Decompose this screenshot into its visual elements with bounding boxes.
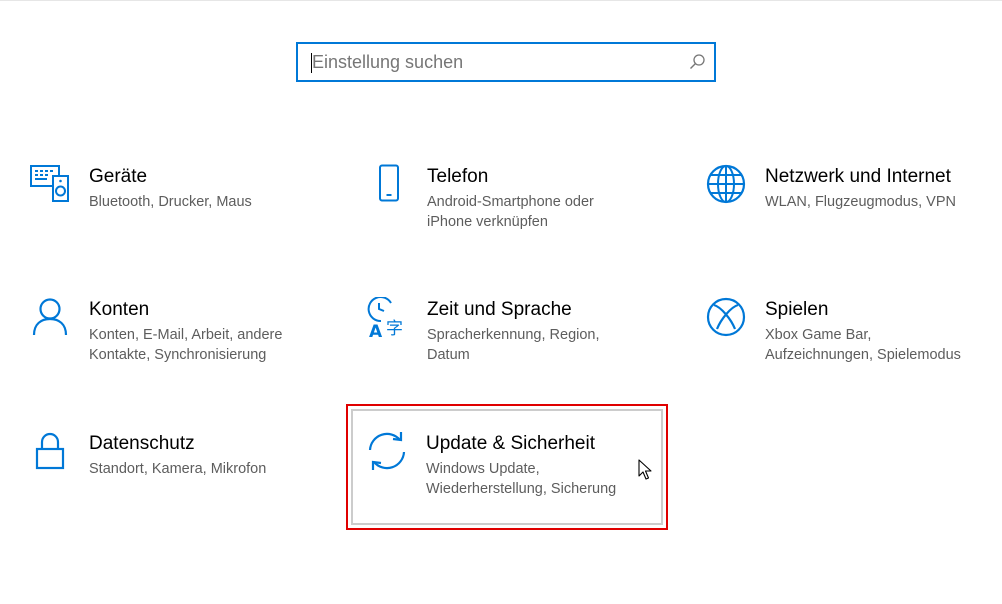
devices-icon bbox=[28, 164, 72, 208]
xbox-icon bbox=[704, 297, 748, 341]
text-caret bbox=[311, 53, 312, 73]
highlight-frame bbox=[346, 404, 668, 530]
tile-zeit-sprache[interactable]: A 字 Zeit und Sprache Spracherkennung, Re… bbox=[366, 297, 600, 365]
search-input[interactable] bbox=[298, 44, 680, 80]
tile-description: Standort, Kamera, Mikrofon bbox=[89, 461, 267, 477]
tile-description: Konten, E-Mail, Arbeit, andere Kontakte,… bbox=[89, 327, 283, 363]
tile-title: Telefon bbox=[427, 166, 489, 187]
tile-title: Zeit und Sprache bbox=[427, 299, 572, 320]
tile-title: Netzwerk und Internet bbox=[765, 166, 951, 187]
time-language-icon: A 字 bbox=[366, 297, 410, 341]
svg-text:A: A bbox=[369, 322, 383, 339]
top-border bbox=[0, 0, 1002, 1]
tile-title: Konten bbox=[89, 299, 150, 320]
tile-title: Geräte bbox=[89, 166, 148, 187]
tile-description: Android-Smartphone oder iPhone verknüpfe… bbox=[427, 194, 594, 230]
tile-description: Spracherkennung, Region, Datum bbox=[427, 327, 600, 363]
tile-title: Datenschutz bbox=[89, 433, 195, 454]
svg-text:字: 字 bbox=[386, 319, 403, 339]
tile-netzwerk-internet[interactable]: Netzwerk und Internet WLAN, Flugzeugmodu… bbox=[704, 164, 956, 212]
phone-icon bbox=[366, 164, 410, 208]
tile-description: Xbox Game Bar, Aufzeichnungen, Spielemod… bbox=[765, 327, 961, 363]
tile-datenschutz[interactable]: Datenschutz Standort, Kamera, Mikrofon bbox=[28, 431, 266, 479]
settings-search-box[interactable] bbox=[296, 42, 716, 82]
globe-icon bbox=[704, 164, 748, 208]
lock-icon bbox=[28, 431, 72, 475]
tile-description: Bluetooth, Drucker, Maus bbox=[89, 194, 252, 210]
search-icon[interactable] bbox=[680, 44, 714, 80]
tile-geraete[interactable]: Geräte Bluetooth, Drucker, Maus bbox=[28, 164, 252, 212]
tile-title: Spielen bbox=[765, 299, 829, 320]
tile-description: WLAN, Flugzeugmodus, VPN bbox=[765, 194, 956, 210]
tile-konten[interactable]: Konten Konten, E-Mail, Arbeit, andere Ko… bbox=[28, 297, 282, 365]
tile-spielen[interactable]: Spielen Xbox Game Bar, Aufzeichnungen, S… bbox=[704, 297, 961, 365]
person-icon bbox=[28, 297, 72, 341]
mouse-cursor-icon bbox=[638, 459, 652, 486]
tile-telefon[interactable]: Telefon Android-Smartphone oder iPhone v… bbox=[366, 164, 594, 232]
